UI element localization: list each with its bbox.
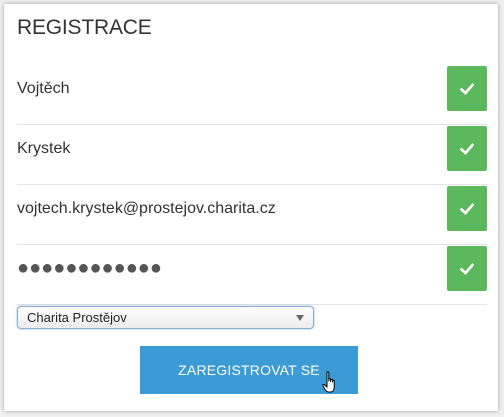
triangle-down-icon	[296, 315, 304, 321]
first-name-row: Vojtěch	[17, 66, 487, 125]
check-icon	[460, 262, 474, 275]
last-name-field[interactable]: Krystek	[17, 126, 70, 171]
last-name-row: Krystek	[17, 126, 487, 185]
hand-pointer-icon	[322, 371, 335, 393]
field-divider	[17, 184, 487, 185]
field-divider	[17, 124, 487, 125]
password-row: ●●●●●●●●●●●●	[17, 246, 487, 305]
registration-panel: REGISTRACE Vojtěch Krystek vojtech.kryst…	[4, 4, 498, 411]
password-field[interactable]: ●●●●●●●●●●●●	[17, 246, 162, 291]
last-name-valid-badge	[447, 126, 487, 171]
password-valid-badge	[447, 246, 487, 291]
organization-select[interactable]: Charita Prostějov	[17, 306, 314, 329]
check-icon	[460, 142, 474, 155]
organization-selected-value: Charita Prostějov	[27, 310, 127, 325]
first-name-valid-badge	[447, 66, 487, 111]
email-row: vojtech.krystek@prostejov.charita.cz	[17, 186, 487, 245]
email-field[interactable]: vojtech.krystek@prostejov.charita.cz	[17, 186, 276, 231]
check-icon	[460, 202, 474, 215]
form-title: REGISTRACE	[17, 16, 152, 39]
field-divider	[17, 244, 487, 245]
field-divider	[17, 304, 487, 305]
email-valid-badge	[447, 186, 487, 231]
check-icon	[460, 82, 474, 95]
first-name-field[interactable]: Vojtěch	[17, 66, 69, 111]
